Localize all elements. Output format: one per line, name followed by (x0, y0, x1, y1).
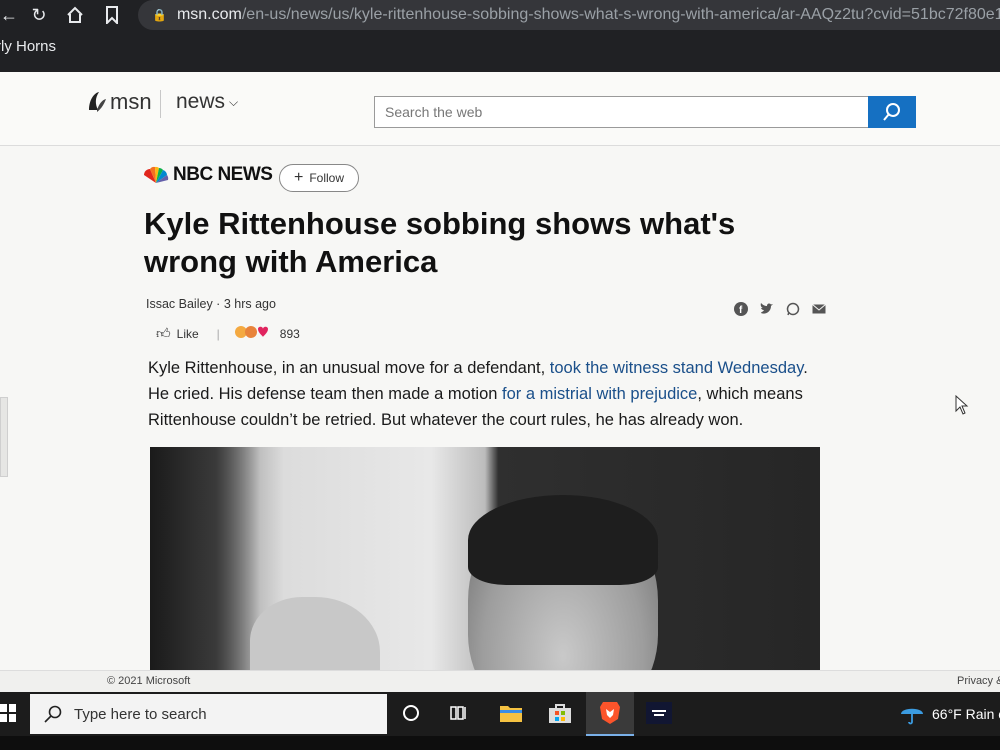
mouse-cursor-icon (955, 395, 969, 415)
follow-button[interactable]: + Follow (279, 164, 359, 192)
search-button[interactable] (868, 96, 916, 128)
page-footer: © 2021 Microsoft Privacy & (0, 670, 1000, 692)
mistrial-link[interactable]: for a mistrial with prejudice (502, 385, 697, 403)
thumbs-up-icon[interactable]: 👍︎ (156, 325, 171, 342)
web-page: msn news ⌵ Search the web NBC NEWS + Fol… (0, 72, 1000, 692)
reaction-bar: 👍︎ Like | 893 (156, 325, 300, 342)
file-explorer-icon[interactable] (498, 700, 524, 726)
mail-icon[interactable] (812, 302, 826, 316)
section-dropdown[interactable]: news ⌵ (176, 90, 238, 114)
whatsapp-icon[interactable] (786, 302, 800, 316)
weather-text: 66°F Rain c (932, 706, 1000, 722)
bookmark-item[interactable]: rly Horns (0, 38, 56, 55)
plus-icon: + (293, 169, 304, 186)
taskbar-search-placeholder: Type here to search (74, 705, 207, 723)
reaction-emoji-icons[interactable] (234, 325, 270, 342)
monitor-bezel (0, 736, 1000, 750)
url-path: /en-us/news/us/kyle-rittenhouse-sobbing-… (241, 6, 1000, 23)
taskbar-search[interactable]: Type here to search (30, 694, 387, 734)
article-title: Kyle Rittenhouse sobbing shows what's wr… (144, 206, 736, 279)
brave-icon (597, 700, 623, 726)
search-icon (44, 705, 62, 723)
windows-start-icon[interactable] (0, 704, 16, 722)
copyright: © 2021 Microsoft (107, 675, 191, 687)
article-photo[interactable] (150, 447, 820, 692)
nbc-peacock-icon (144, 166, 169, 183)
article-lead: Kyle Rittenhouse, in an unusual move for… (148, 355, 828, 433)
follow-label: Follow (309, 171, 345, 185)
publish-time: 3 hrs ago (223, 297, 276, 311)
reaction-count: 893 (279, 326, 300, 341)
byline: Issac Bailey · 3 hrs ago (146, 297, 276, 311)
brave-taskbar-button[interactable] (586, 692, 634, 736)
publisher-name: NBC NEWS (173, 164, 273, 185)
twitter-icon[interactable] (760, 302, 774, 316)
side-panel-tab[interactable] (0, 397, 8, 477)
photo-shadow (150, 447, 260, 692)
task-view-icon[interactable] (447, 700, 473, 726)
app-icon[interactable] (646, 700, 672, 726)
refresh-icon[interactable]: ↻ (26, 2, 52, 28)
weather-widget[interactable]: 66°F Rain c (900, 702, 1000, 726)
privacy-link[interactable]: Privacy & (957, 675, 1000, 687)
facebook-icon[interactable]: f (734, 302, 748, 316)
lock-icon: 🔒 (152, 8, 167, 22)
like-button[interactable]: Like (177, 327, 199, 341)
section-label: news (176, 90, 226, 113)
address-bar[interactable]: 🔒 msn.com/en-us/news/us/kyle-rittenhouse… (138, 0, 1000, 30)
msn-logo[interactable]: msn (86, 89, 152, 115)
logo-text: msn (110, 89, 152, 114)
lead-text-1: Kyle Rittenhouse, in an unusual move for… (148, 359, 550, 377)
author-name[interactable]: Issac Bailey (146, 297, 213, 311)
chevron-down-icon: ⌵ (229, 94, 239, 109)
reaction-divider: | (216, 326, 220, 341)
msn-header: msn news ⌵ Search the web (0, 72, 1000, 146)
publisher[interactable]: NBC NEWS (142, 164, 273, 186)
witness-stand-link[interactable]: took the witness stand Wednesday (550, 359, 803, 377)
bookmark-icon[interactable] (99, 2, 125, 28)
umbrella-icon (901, 708, 923, 725)
home-icon[interactable] (62, 2, 88, 28)
search-icon (883, 103, 900, 121)
taskbar: Type here to search 66°F Rain c (0, 692, 1000, 736)
browser-chrome: ← ↻ 🔒 msn.com/en-us/news/us/kyle-rittenh… (0, 0, 1000, 72)
photo-hair (468, 495, 658, 585)
header-divider (160, 90, 161, 118)
butterfly-icon (89, 92, 106, 112)
back-icon[interactable]: ← (0, 2, 22, 28)
cortana-icon[interactable] (398, 700, 424, 726)
share-bar: f (734, 302, 826, 316)
store-icon[interactable] (547, 700, 573, 726)
url-domain: msn.com (176, 6, 242, 23)
search-input[interactable]: Search the web (374, 96, 869, 128)
